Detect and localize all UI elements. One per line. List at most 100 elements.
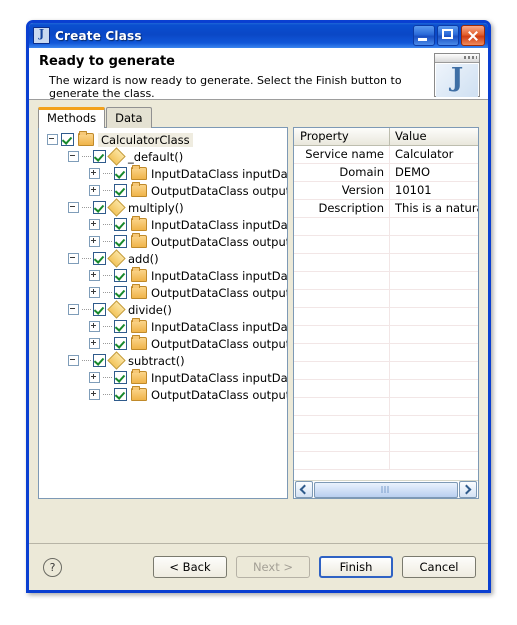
expand-icon[interactable] bbox=[89, 372, 100, 383]
tree-node[interactable]: OutputDataClass outputData bbox=[39, 233, 287, 250]
tree-node[interactable]: CalculatorClass bbox=[39, 131, 287, 148]
tree-checkbox[interactable] bbox=[114, 286, 127, 299]
tree-checkbox[interactable] bbox=[114, 167, 127, 180]
tree-node[interactable]: OutputDataClass outputData bbox=[39, 182, 287, 199]
window-controls bbox=[413, 25, 485, 46]
table-row-empty[interactable] bbox=[294, 398, 478, 416]
tree-node[interactable]: InputDataClass inputData bbox=[39, 318, 287, 335]
collapse-icon[interactable] bbox=[68, 304, 79, 315]
tree-checkbox[interactable] bbox=[93, 303, 106, 316]
table-row-empty[interactable] bbox=[294, 344, 478, 362]
tab-data[interactable]: Data bbox=[106, 107, 152, 128]
page-description: The wizard is now ready to generate. Sel… bbox=[49, 74, 402, 100]
tree-checkbox[interactable] bbox=[114, 388, 127, 401]
property-name-cell bbox=[294, 434, 390, 451]
tab-methods[interactable]: Methods bbox=[38, 107, 106, 128]
tree-node-label: OutputDataClass outputData bbox=[151, 387, 287, 402]
close-button[interactable] bbox=[461, 25, 485, 46]
property-table-panel[interactable]: Property Value Service name Calculator Dom… bbox=[293, 127, 479, 499]
help-icon[interactable]: ? bbox=[43, 557, 62, 577]
table-row-empty[interactable] bbox=[294, 362, 478, 380]
back-button[interactable]: < Back bbox=[153, 556, 227, 578]
scrollbar-thumb[interactable] bbox=[314, 481, 458, 498]
folder-icon bbox=[131, 369, 147, 384]
table-row[interactable]: Service name Calculator bbox=[294, 146, 478, 164]
property-name-cell bbox=[294, 416, 390, 433]
table-row-empty[interactable] bbox=[294, 290, 478, 308]
tree-node-label: CalculatorClass bbox=[98, 132, 193, 147]
tree-checkbox[interactable] bbox=[114, 184, 127, 197]
tree-checkbox[interactable] bbox=[114, 320, 127, 333]
tree-node[interactable]: _default() bbox=[39, 147, 287, 166]
tree-checkbox[interactable] bbox=[114, 218, 127, 231]
tree-node[interactable]: add() bbox=[39, 249, 287, 268]
table-row-empty[interactable] bbox=[294, 218, 478, 236]
tree-checkbox[interactable] bbox=[93, 201, 106, 214]
tree-node[interactable]: InputDataClass inputData bbox=[39, 267, 287, 284]
table-row[interactable]: Description This is a natural : bbox=[294, 200, 478, 218]
table-row-empty[interactable] bbox=[294, 452, 478, 470]
table-row-empty[interactable] bbox=[294, 272, 478, 290]
property-name-cell bbox=[294, 398, 390, 415]
tree-connector bbox=[82, 257, 91, 260]
methods-tree-panel[interactable]: CalculatorClass _default() InputDataClass … bbox=[38, 127, 288, 499]
tree-node[interactable]: OutputDataClass outputData bbox=[39, 284, 287, 301]
tree-checkbox[interactable] bbox=[114, 337, 127, 350]
method-diamond-icon bbox=[107, 147, 126, 166]
table-row-empty[interactable] bbox=[294, 326, 478, 344]
tree-node[interactable]: InputDataClass inputData bbox=[39, 369, 287, 386]
tree-node[interactable]: InputDataClass inputData bbox=[39, 165, 287, 182]
table-row-empty[interactable] bbox=[294, 434, 478, 452]
expand-icon[interactable] bbox=[89, 389, 100, 400]
tree-checkbox[interactable] bbox=[93, 252, 106, 265]
tree-connector bbox=[103, 172, 112, 175]
scroll-left-arrow-icon[interactable] bbox=[295, 481, 313, 498]
table-row-empty[interactable] bbox=[294, 236, 478, 254]
tree-node[interactable]: divide() bbox=[39, 300, 287, 319]
table-row-empty[interactable] bbox=[294, 308, 478, 326]
table-row-empty[interactable] bbox=[294, 380, 478, 398]
tree-node[interactable]: OutputDataClass outputData bbox=[39, 386, 287, 403]
collapse-icon[interactable] bbox=[68, 253, 79, 264]
table-row-empty[interactable] bbox=[294, 416, 478, 434]
expand-icon[interactable] bbox=[89, 270, 100, 281]
property-name-cell bbox=[294, 218, 390, 235]
tree-node[interactable]: multiply() bbox=[39, 198, 287, 217]
finish-button[interactable]: Finish bbox=[319, 556, 393, 578]
tree-checkbox[interactable] bbox=[114, 235, 127, 248]
property-value-cell bbox=[390, 308, 478, 325]
property-value-cell bbox=[390, 326, 478, 343]
tree-node[interactable]: subtract() bbox=[39, 351, 287, 370]
tree-node[interactable]: InputDataClass inputData bbox=[39, 216, 287, 233]
method-diamond-icon bbox=[107, 249, 126, 268]
tree-checkbox[interactable] bbox=[93, 354, 106, 367]
tree-node[interactable]: OutputDataClass outputData bbox=[39, 335, 287, 352]
expand-icon[interactable] bbox=[89, 321, 100, 332]
tree-checkbox[interactable] bbox=[114, 371, 127, 384]
maximize-button[interactable] bbox=[437, 25, 459, 46]
collapse-icon[interactable] bbox=[68, 151, 79, 162]
tree-checkbox[interactable] bbox=[61, 133, 74, 146]
collapse-icon[interactable] bbox=[68, 202, 79, 213]
expand-icon[interactable] bbox=[89, 287, 100, 298]
horizontal-scrollbar[interactable] bbox=[294, 480, 478, 498]
expand-icon[interactable] bbox=[89, 338, 100, 349]
title-bar: Create Class bbox=[29, 23, 488, 48]
table-row[interactable]: Domain DEMO bbox=[294, 164, 478, 182]
scroll-right-arrow-icon[interactable] bbox=[459, 481, 477, 498]
tree-checkbox[interactable] bbox=[93, 150, 106, 163]
cancel-button[interactable]: Cancel bbox=[402, 556, 476, 578]
tree-node-label: InputDataClass inputData bbox=[151, 268, 288, 283]
collapse-icon[interactable] bbox=[68, 355, 79, 366]
folder-icon bbox=[131, 335, 147, 350]
expand-icon[interactable] bbox=[89, 219, 100, 230]
minimize-button[interactable] bbox=[413, 25, 435, 46]
collapse-icon[interactable] bbox=[47, 134, 58, 145]
expand-icon[interactable] bbox=[89, 168, 100, 179]
dialog-footer: ? < Back Next > Finish Cancel bbox=[29, 544, 488, 590]
tree-checkbox[interactable] bbox=[114, 269, 127, 282]
table-row[interactable]: Version 10101 bbox=[294, 182, 478, 200]
expand-icon[interactable] bbox=[89, 185, 100, 196]
expand-icon[interactable] bbox=[89, 236, 100, 247]
table-row-empty[interactable] bbox=[294, 254, 478, 272]
